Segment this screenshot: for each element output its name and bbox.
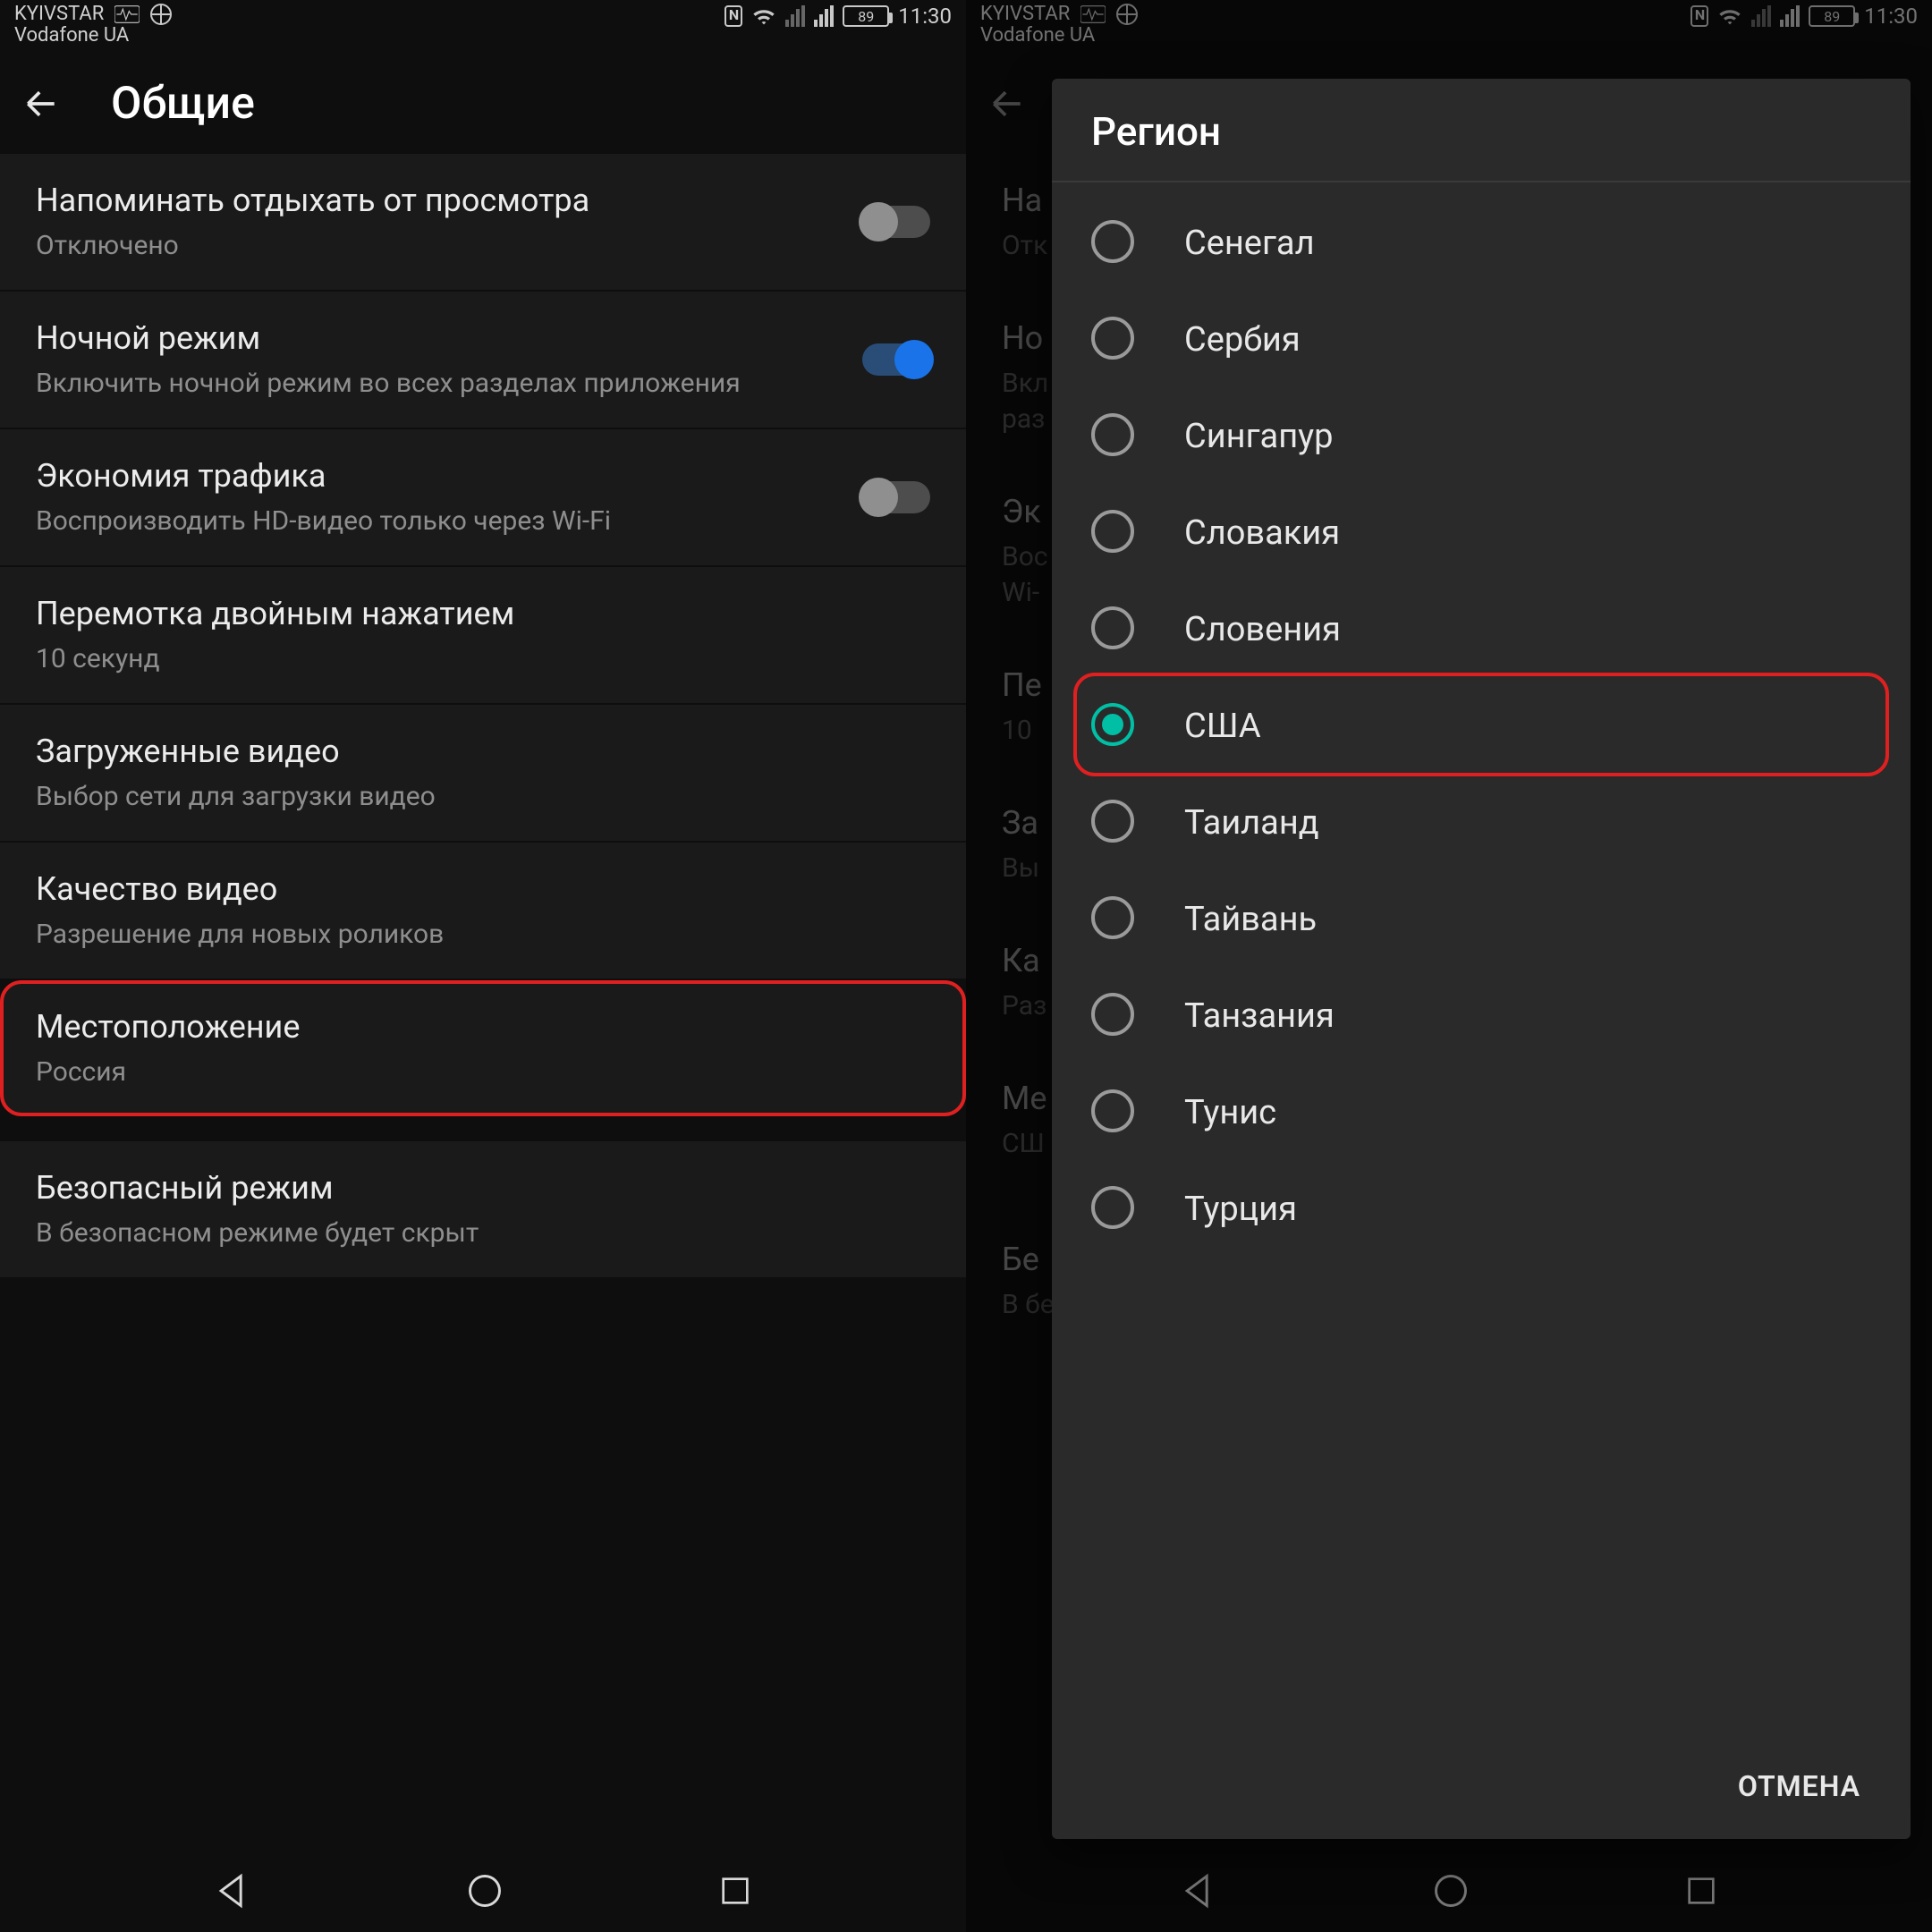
carrier1: KYIVSTAR [14, 4, 104, 25]
radio-icon [1091, 317, 1134, 360]
region-option-label: Танзания [1184, 994, 1335, 1035]
region-option[interactable]: Танзания [1052, 966, 1911, 1063]
android-navbar [0, 1850, 966, 1932]
phone-left: KYIVSTAR Vodafone UA N 89 11:30 Общие Н [0, 0, 966, 1932]
region-option[interactable]: Словения [1052, 580, 1911, 676]
row-restricted-mode[interactable]: Безопасный режимВ безопасном режиме буде… [0, 1141, 966, 1277]
time: 11:30 [898, 4, 952, 29]
signal2-icon [814, 5, 834, 27]
region-option[interactable]: Таиланд [1052, 773, 1911, 869]
header: Общие [0, 54, 966, 154]
region-option-label: Словакия [1184, 511, 1340, 552]
radio-icon [1091, 896, 1134, 939]
region-options-list[interactable]: Сенегал Сербия Сингапур Словакия Словения США… [1052, 182, 1911, 1737]
row-data-saving[interactable]: Экономия трафикаВоспроизводить HD-видео … [0, 429, 966, 565]
radio-icon [1091, 1186, 1134, 1229]
radio-icon [1091, 800, 1134, 843]
region-option-label: Турция [1184, 1187, 1297, 1228]
region-dialog: Регион Сенегал Сербия Сингапур Словакия Слов… [1052, 79, 1911, 1839]
region-option-label: Словения [1184, 607, 1341, 648]
region-option[interactable]: Сингапур [1052, 386, 1911, 483]
region-option-label: Сенегал [1184, 221, 1315, 262]
heartrate-icon [114, 5, 140, 23]
region-option[interactable]: Сербия [1052, 290, 1911, 386]
nav-back-icon[interactable] [213, 1871, 252, 1911]
region-option[interactable]: Сенегал [1052, 193, 1911, 290]
nav-home-icon[interactable] [465, 1871, 504, 1911]
wifi-icon [751, 4, 776, 29]
region-option-label: Таиланд [1184, 801, 1319, 842]
region-option-label: Тунис [1184, 1090, 1276, 1131]
row-video-quality[interactable]: Качество видеоРазрешение для новых ролик… [0, 843, 966, 979]
page-title: Общие [111, 78, 255, 130]
status-bar: KYIVSTAR Vodafone UA N 89 11:30 [0, 0, 966, 54]
region-option[interactable]: США [1077, 676, 1885, 773]
region-option[interactable]: Словакия [1052, 483, 1911, 580]
back-icon[interactable] [21, 84, 61, 123]
signal1-icon [785, 5, 805, 27]
globe-icon [150, 4, 172, 25]
toggle-night[interactable] [862, 343, 930, 376]
carrier2: Vodafone UA [14, 25, 172, 47]
region-option-label: Сербия [1184, 318, 1301, 359]
nfc-icon: N [725, 5, 742, 27]
cancel-button[interactable]: ОТМЕНА [1720, 1755, 1878, 1818]
row-location[interactable]: МестоположениеРоссия [0, 980, 966, 1116]
radio-icon [1091, 606, 1134, 649]
dialog-title: Регион [1052, 79, 1911, 182]
row-downloads[interactable]: Загруженные видеоВыбор сети для загрузки… [0, 705, 966, 841]
region-option[interactable]: Турция [1052, 1159, 1911, 1256]
region-option[interactable]: Тунис [1052, 1063, 1911, 1159]
row-double-tap-seek[interactable]: Перемотка двойным нажатием10 секунд [0, 567, 966, 703]
radio-icon [1091, 413, 1134, 456]
region-option-label: Сингапур [1184, 414, 1333, 455]
region-option[interactable]: Тайвань [1052, 869, 1911, 966]
region-option-label: США [1184, 704, 1261, 745]
radio-icon [1091, 703, 1134, 746]
radio-icon [1091, 1089, 1134, 1132]
toggle-data-saving[interactable] [862, 481, 930, 513]
radio-icon [1091, 993, 1134, 1036]
phone-right: KYIVSTAR Vodafone UA N 89 11:30 Общие На… [966, 0, 1932, 1932]
radio-icon [1091, 510, 1134, 553]
region-option-label: Тайвань [1184, 897, 1317, 938]
nav-recent-icon[interactable] [717, 1873, 753, 1909]
radio-icon [1091, 220, 1134, 263]
settings-list: Напоминать отдыхать от просмотраОтключен… [0, 154, 966, 1850]
row-night-mode[interactable]: Ночной режимВключить ночной режим во все… [0, 292, 966, 428]
battery-icon: 89 [843, 5, 889, 27]
row-remind-rest[interactable]: Напоминать отдыхать от просмотраОтключен… [0, 154, 966, 290]
toggle-remind[interactable] [862, 206, 930, 238]
